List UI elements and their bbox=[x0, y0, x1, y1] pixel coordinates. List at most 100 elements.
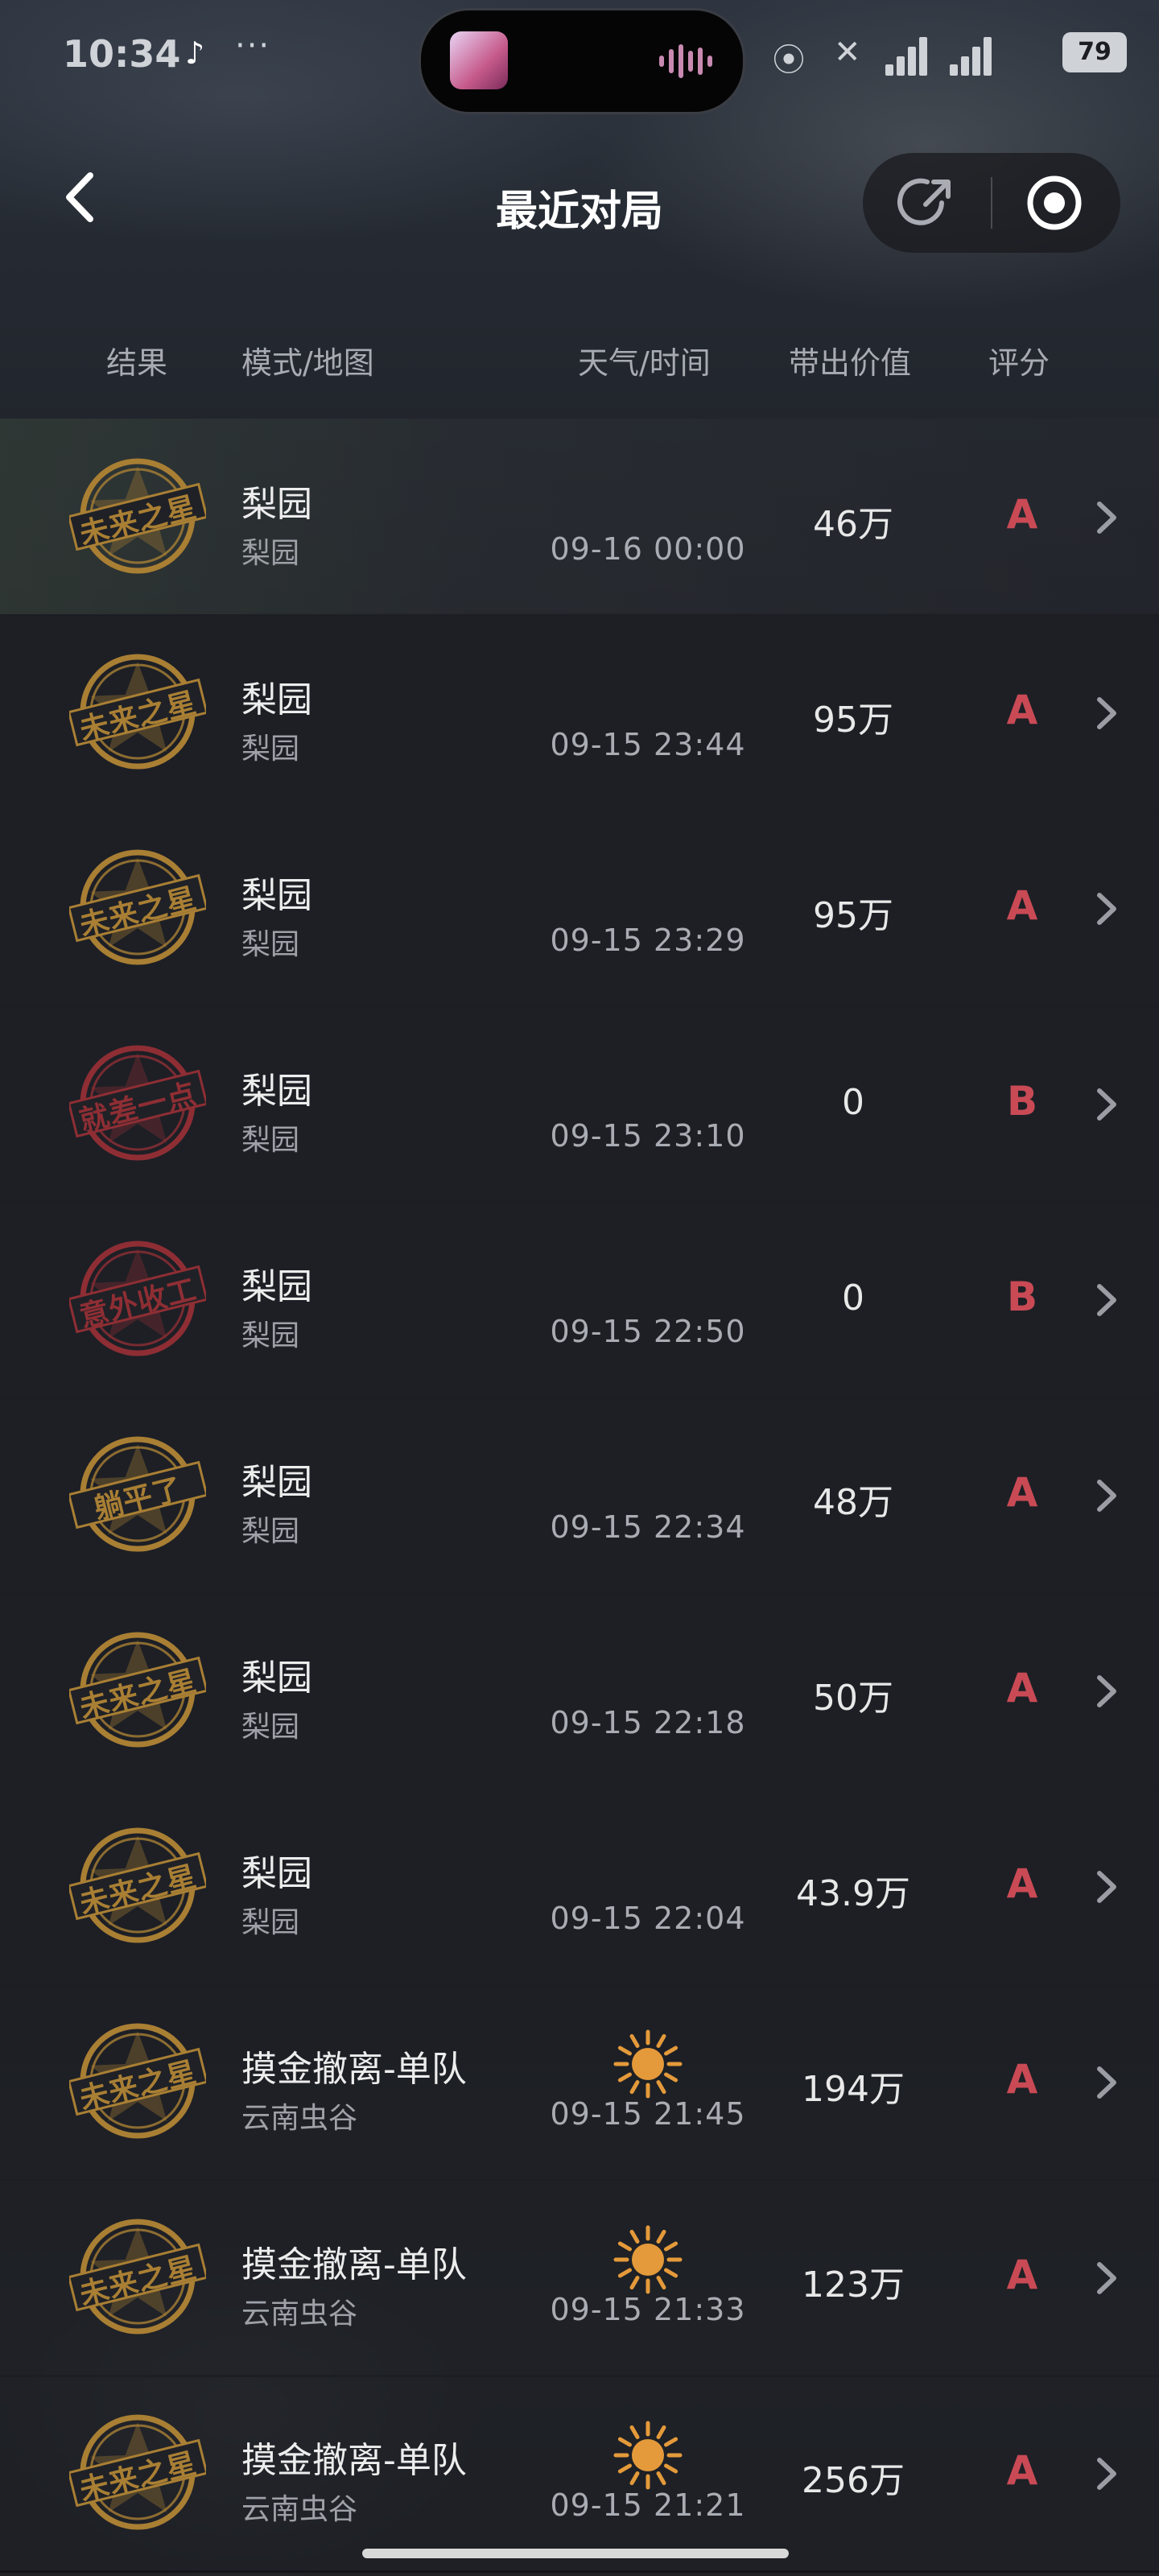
chevron-right-icon[interactable] bbox=[1090, 1671, 1122, 1711]
match-time: 09-15 22:50 bbox=[550, 1314, 746, 1349]
result-badge: 未来之星 bbox=[69, 1629, 206, 1750]
mode-name: 梨园 bbox=[241, 679, 312, 720]
extract-value: 256万 bbox=[802, 2460, 905, 2501]
column-weather-time: 天气/时间 bbox=[578, 345, 711, 381]
mini-program-capsule bbox=[863, 153, 1120, 253]
chevron-right-icon[interactable] bbox=[1090, 1280, 1122, 1320]
status-bar: 10:34 ♪ ··· ⦿ ✕ 79 bbox=[0, 0, 1159, 114]
match-row[interactable]: 意外收工 梨园 梨园 09-15 22:50 0 B bbox=[0, 1201, 1159, 1399]
signal-5g-icon bbox=[950, 34, 998, 76]
chevron-right-icon[interactable] bbox=[1090, 2258, 1122, 2298]
map-name: 梨园 bbox=[241, 1906, 300, 1939]
column-value: 带出价值 bbox=[789, 345, 912, 381]
score-grade: A bbox=[1006, 1665, 1038, 1711]
match-row[interactable]: 未来之星 梨园 梨园 09-16 00:00 46万 A bbox=[0, 419, 1159, 617]
share-icon[interactable] bbox=[895, 171, 959, 235]
capsule-divider bbox=[991, 177, 992, 229]
mode-name: 梨园 bbox=[241, 484, 312, 525]
status-dots: ··· bbox=[235, 27, 271, 64]
chevron-right-icon[interactable] bbox=[1090, 693, 1122, 733]
map-name: 梨园 bbox=[241, 537, 300, 570]
result-badge: 未来之星 bbox=[69, 2412, 206, 2533]
audio-wave-icon bbox=[659, 44, 712, 78]
map-name: 梨园 bbox=[241, 1319, 300, 1352]
match-row[interactable]: 未来之星 摸金撤离-单队 云南虫谷 09-15 21:33 123万 A bbox=[0, 2179, 1159, 2377]
match-row[interactable]: 未来之星 摸金撤离-单队云南虫谷 09-15 21:21 256万 A bbox=[0, 2375, 1159, 2573]
chevron-right-icon[interactable] bbox=[1090, 2454, 1122, 2494]
map-name: 梨园 bbox=[241, 1515, 300, 1548]
mode-name: 梨园 bbox=[241, 1071, 312, 1112]
battery-indicator: 79 bbox=[1062, 32, 1127, 72]
chevron-right-icon[interactable] bbox=[1090, 1084, 1122, 1125]
match-time: 09-15 22:18 bbox=[550, 1705, 746, 1740]
chevron-right-icon[interactable] bbox=[1090, 1476, 1122, 1516]
match-time: 09-15 21:45 bbox=[550, 2096, 746, 2132]
extract-value: 123万 bbox=[802, 2264, 905, 2306]
match-time: 09-15 21:21 bbox=[550, 2487, 746, 2523]
extract-value: 48万 bbox=[813, 1482, 893, 1523]
match-time: 09-16 00:00 bbox=[550, 531, 746, 567]
chevron-right-icon[interactable] bbox=[1090, 889, 1122, 929]
home-indicator[interactable] bbox=[362, 2549, 789, 2558]
match-row[interactable]: 未来之星 摸金撤离-单队 云南虫谷 09-15 21:45 194万 A bbox=[0, 1984, 1159, 2182]
column-mode-map: 模式/地图 bbox=[241, 345, 374, 381]
mode-name: 摸金撤离-单队 bbox=[241, 2049, 467, 2090]
column-header: 结果 模式/地图 天气/时间 带出价值 评分 bbox=[0, 298, 1159, 419]
page-header: 最近对局 bbox=[0, 113, 1159, 298]
score-grade: A bbox=[1006, 1860, 1038, 1907]
extract-value: 46万 bbox=[813, 504, 893, 545]
extract-value: 194万 bbox=[802, 2069, 905, 2110]
match-row[interactable]: 未来之星 梨园 梨园 09-15 23:29 95万 A bbox=[0, 810, 1159, 1008]
match-row[interactable]: 未来之星 梨园 梨园 09-15 22:04 43.9万 A bbox=[0, 1788, 1159, 1986]
extract-value: 95万 bbox=[813, 700, 893, 741]
score-grade: B bbox=[1006, 1274, 1038, 1320]
score-grade: A bbox=[1006, 2252, 1038, 2298]
mode-name: 梨园 bbox=[241, 875, 312, 916]
match-time: 09-15 23:10 bbox=[550, 1118, 746, 1154]
score-grade: A bbox=[1006, 2056, 1038, 2103]
score-grade: B bbox=[1006, 1078, 1038, 1125]
sun-icon bbox=[612, 2028, 684, 2100]
status-time: 10:34 bbox=[63, 32, 181, 76]
map-name: 云南虫谷 bbox=[241, 2493, 358, 2526]
chevron-right-icon[interactable] bbox=[1090, 2062, 1122, 2103]
record-circle-icon[interactable] bbox=[1022, 171, 1087, 235]
result-badge: 躺平了 bbox=[69, 1434, 206, 1554]
map-name: 云南虫谷 bbox=[241, 2297, 358, 2330]
score-grade: A bbox=[1006, 2447, 1038, 2494]
sun-icon bbox=[612, 2223, 684, 2296]
score-grade: A bbox=[1006, 882, 1038, 929]
match-row[interactable]: 就差一点 梨园 梨园 09-15 23:10 0 B bbox=[0, 1005, 1159, 1203]
nfc-icon: ⦿ bbox=[773, 42, 805, 79]
column-score: 评分 bbox=[988, 345, 1050, 381]
signal-icons: ⦿ ✕ bbox=[773, 34, 1014, 79]
match-row[interactable]: 躺平了 梨园 梨园 09-15 22:34 48万 A bbox=[0, 1397, 1159, 1595]
result-badge: 未来之星 bbox=[69, 2216, 206, 2337]
mode-name: 梨园 bbox=[241, 1853, 312, 1894]
signal-4g-icon bbox=[885, 34, 934, 76]
match-row[interactable]: 未来之星 梨园 梨园 09-15 22:18 50万 A bbox=[0, 1592, 1159, 1790]
map-name: 云南虫谷 bbox=[241, 2102, 358, 2135]
mode-name: 摸金撤离-单队 bbox=[241, 2440, 467, 2481]
map-name: 梨园 bbox=[241, 1124, 300, 1157]
result-badge: 就差一点 bbox=[69, 1042, 206, 1163]
result-badge: 未来之星 bbox=[69, 651, 206, 772]
match-row[interactable]: 未来之星 梨园 梨园 09-15 23:44 95万 A bbox=[0, 614, 1159, 812]
extract-value: 0 bbox=[842, 1082, 864, 1123]
match-time: 09-15 22:04 bbox=[550, 1901, 746, 1936]
dynamic-island[interactable] bbox=[419, 8, 745, 114]
result-badge: 未来之星 bbox=[69, 456, 206, 576]
mode-name: 梨园 bbox=[241, 1462, 312, 1503]
mute-icon: ✕ bbox=[834, 34, 861, 71]
chevron-right-icon[interactable] bbox=[1090, 497, 1122, 538]
score-grade: A bbox=[1006, 491, 1038, 538]
result-badge: 未来之星 bbox=[69, 847, 206, 968]
mode-name: 梨园 bbox=[241, 1266, 312, 1307]
mode-name: 梨园 bbox=[241, 1657, 312, 1699]
match-time: 09-15 22:34 bbox=[550, 1509, 746, 1545]
tiktok-icon: ♪ bbox=[185, 35, 205, 71]
map-name: 梨园 bbox=[241, 928, 300, 961]
chevron-right-icon[interactable] bbox=[1090, 1867, 1122, 1907]
extract-value: 0 bbox=[842, 1278, 864, 1319]
result-badge: 未来之星 bbox=[69, 1825, 206, 1946]
